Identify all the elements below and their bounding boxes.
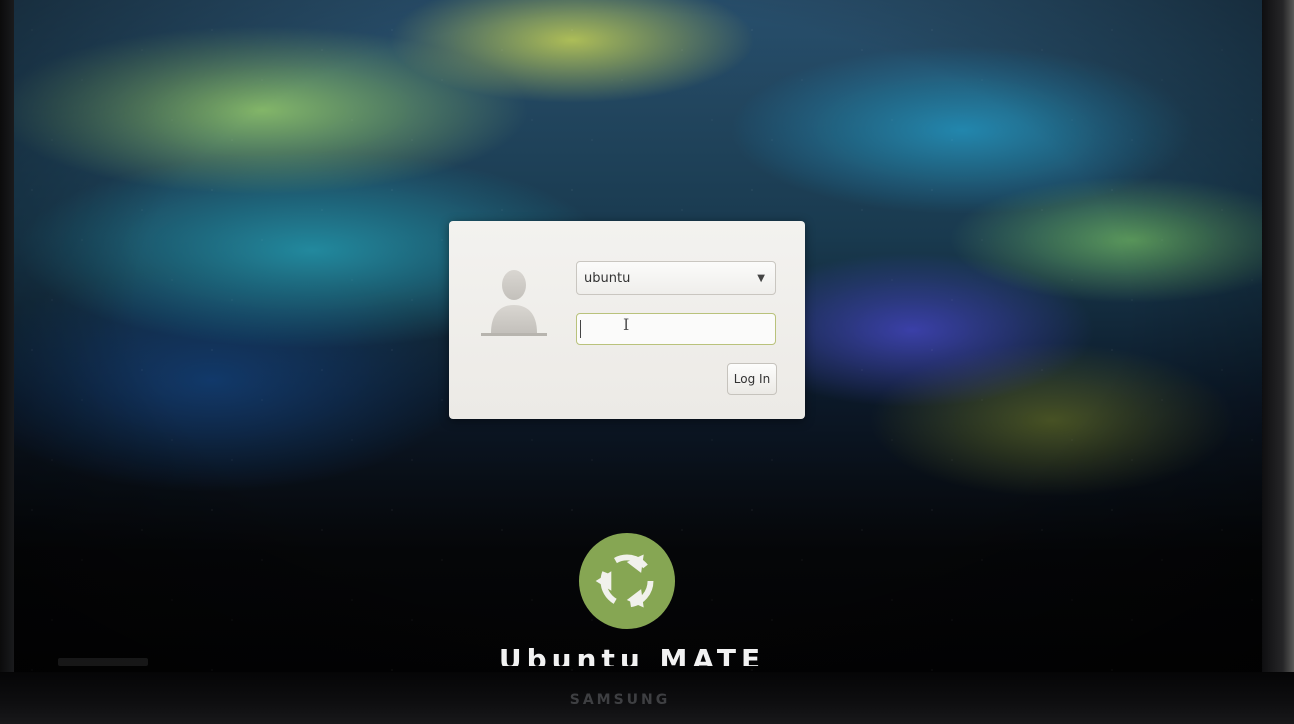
selected-user-label: ubuntu: [584, 270, 631, 286]
status-hint: [58, 658, 148, 666]
ubuntu-mate-logo: [578, 532, 676, 630]
user-silhouette-icon: [481, 270, 547, 336]
text-caret: [580, 320, 581, 338]
login-button[interactable]: Log In: [727, 363, 777, 395]
monitor-bezel-right: [1262, 0, 1294, 724]
monitor-bezel-left: [0, 0, 14, 724]
monitor-brand-label: SAMSUNG: [569, 692, 671, 708]
text-cursor-icon: I: [623, 315, 630, 334]
distro-name-text: Ubuntu MATE: [498, 643, 766, 666]
user-select-dropdown[interactable]: ubuntu ▼: [576, 261, 776, 295]
chevron-down-icon: ▼: [757, 273, 765, 284]
login-dialog: ubuntu ▼ I Log In: [449, 221, 805, 419]
password-input[interactable]: [576, 313, 776, 345]
login-screen: ubuntu ▼ I Log In Ubuntu MATE: [12, 0, 1264, 672]
photo-of-monitor: ubuntu ▼ I Log In Ubuntu MATE SAMSUNG: [0, 0, 1294, 724]
